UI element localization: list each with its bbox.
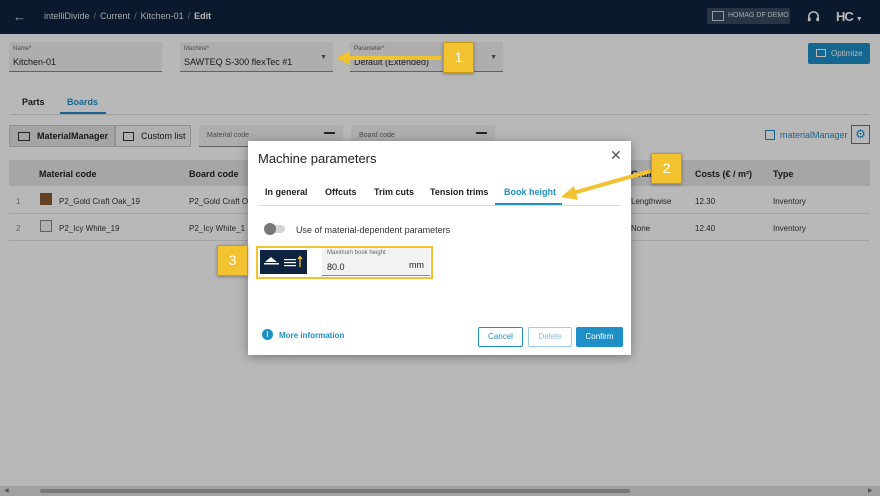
callout-badge-3: 3 [217,245,248,276]
tutorial-arrows [336,51,652,200]
callout-arrow-2 [561,169,652,200]
callout-arrow-1 [336,51,441,65]
callout-badge-1: 1 [443,42,474,73]
callout-badge-2: 2 [651,153,682,184]
